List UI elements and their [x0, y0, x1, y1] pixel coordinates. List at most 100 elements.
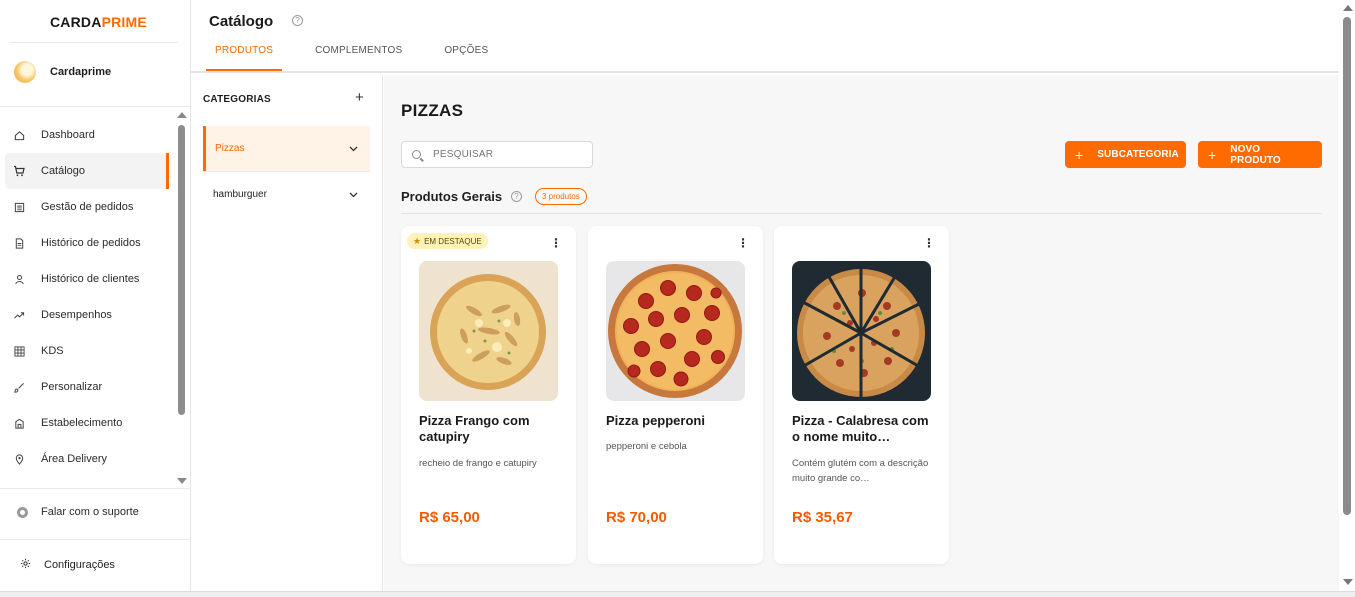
chevron-down-icon[interactable]: [349, 144, 358, 154]
divider: [401, 213, 1322, 214]
product-count-badge: 3 produtos: [535, 188, 587, 205]
sidebar-item-kds[interactable]: KDS: [5, 333, 169, 369]
sidebar-item-label: Desempenhos: [41, 309, 112, 321]
scroll-down-arrow-icon[interactable]: [177, 478, 187, 484]
building-icon: [13, 417, 25, 429]
product-name: Pizza - Calabresa com o nome muito…: [792, 413, 929, 444]
new-product-button[interactable]: + NOVO PRODUTO: [1198, 141, 1322, 168]
sidebar-item-label: Área Delivery: [41, 453, 108, 465]
tab-opcoes[interactable]: OPÇÕES: [444, 45, 488, 71]
category-label: hamburguer: [213, 189, 267, 200]
tab-produtos[interactable]: PRODUTOS: [205, 45, 283, 71]
account-name: Cardaprime: [50, 66, 112, 78]
product-image: [419, 261, 558, 401]
account-switcher[interactable]: Cardaprime: [14, 61, 111, 83]
button-label: SUBCATEGORIA: [1097, 149, 1179, 160]
products-main: PIZZAS + SUBCATEGORIA + NOVO PRODUTO Pro…: [384, 75, 1339, 591]
more-options-icon[interactable]: ⋮: [550, 237, 562, 249]
product-card[interactable]: ★ EM DESTAQUE ⋮ Pizza Frango com catupir…: [401, 226, 576, 564]
product-name: Pizza Frango com catupiry: [419, 413, 530, 444]
divider: [10, 42, 178, 43]
categories-heading: CATEGORIAS: [203, 94, 271, 105]
sidebar-item-estabelecimento[interactable]: Estabelecimento: [5, 405, 169, 441]
settings-label: Configurações: [44, 559, 115, 571]
settings-link[interactable]: Configurações: [20, 558, 115, 572]
search-icon: [412, 150, 421, 159]
more-options-icon[interactable]: ⋮: [737, 237, 749, 249]
gear-icon: [20, 558, 31, 572]
category-title: PIZZAS: [401, 101, 464, 120]
support-icon: [17, 506, 28, 518]
sidebar-item-label: Histórico de pedidos: [41, 237, 141, 249]
divider: [0, 488, 190, 489]
sidebar-nav: Dashboard Catálogo Gestão de pedidos His…: [5, 117, 169, 477]
scrollbar-thumb[interactable]: [1343, 17, 1351, 515]
star-icon: ★: [413, 235, 422, 246]
page-header: Catálogo ? PRODUTOS COMPLEMENTOS OPÇÕES: [191, 0, 1339, 73]
product-card[interactable]: ⋮ Pizza - Calabresa com o nome muito… Co…: [774, 226, 949, 564]
sidebar-item-dashboard[interactable]: Dashboard: [5, 117, 169, 153]
support-link[interactable]: Falar com o suporte: [17, 506, 139, 518]
sidebar-item-label: Gestão de pedidos: [41, 201, 134, 213]
sidebar-item-historico-de-clientes[interactable]: Histórico de clientes: [5, 261, 169, 297]
page-scrollbar[interactable]: [1340, 0, 1355, 591]
product-card[interactable]: ⋮ Pizza pepperoni pepperoni e cebola R$ …: [588, 226, 763, 564]
scroll-down-arrow-icon[interactable]: [1343, 579, 1353, 585]
product-price: R$ 70,00: [606, 509, 667, 526]
sidebar-item-label: Catálogo: [41, 165, 86, 177]
sidebar-item-personalizar[interactable]: Personalizar: [5, 369, 169, 405]
sidebar-item-area-delivery[interactable]: Área Delivery: [5, 441, 169, 477]
scroll-up-arrow-icon[interactable]: [1343, 5, 1353, 11]
search-input[interactable]: [433, 149, 583, 160]
divider: [0, 539, 190, 540]
chevron-down-icon[interactable]: [349, 190, 358, 200]
tab-complementos[interactable]: COMPLEMENTOS: [315, 45, 402, 71]
category-item-hamburguer[interactable]: hamburguer: [203, 172, 370, 217]
map-pin-icon: [13, 453, 25, 465]
add-category-button[interactable]: +: [355, 89, 364, 106]
scroll-up-arrow-icon[interactable]: [177, 112, 187, 118]
product-price: R$ 65,00: [419, 509, 480, 526]
avatar: [14, 61, 36, 83]
tab-bar: PRODUTOS COMPLEMENTOS OPÇÕES: [205, 45, 530, 71]
document-icon: [13, 237, 25, 249]
brand-logo-part1: CARDA: [50, 14, 102, 30]
sidebar-item-desempenhos[interactable]: Desempenhos: [5, 297, 169, 333]
plus-icon: +: [1075, 146, 1084, 163]
brand-logo[interactable]: CARDAPRIME: [50, 14, 147, 30]
sidebar-scrollbar[interactable]: [176, 110, 188, 488]
category-label: Pizzas: [215, 143, 245, 154]
sidebar-item-label: KDS: [41, 345, 64, 357]
sidebar-item-catalogo[interactable]: Catálogo: [5, 153, 169, 189]
sidebar-item-historico-de-pedidos[interactable]: Histórico de pedidos: [5, 225, 169, 261]
window-bottom-edge: [0, 591, 1355, 597]
brush-icon: [13, 381, 25, 393]
product-name: Pizza pepperoni: [606, 413, 705, 428]
more-options-icon[interactable]: ⋮: [923, 237, 935, 249]
support-label: Falar com o suporte: [41, 506, 139, 518]
cart-icon: [13, 165, 25, 177]
sidebar-item-gestao-de-pedidos[interactable]: Gestão de pedidos: [5, 189, 169, 225]
add-subcategory-button[interactable]: + SUBCATEGORIA: [1065, 141, 1186, 168]
product-image: [606, 261, 745, 401]
categories-panel: CATEGORIAS + Pizzas hamburguer: [191, 75, 383, 591]
search-box[interactable]: [401, 141, 593, 168]
help-icon[interactable]: ?: [292, 15, 303, 26]
sidebar-item-label: Dashboard: [41, 129, 95, 141]
trend-icon: [13, 309, 25, 321]
product-description: recheio de frango e catupiry: [419, 458, 537, 469]
product-description: Contém glutém com a descrição muito gran…: [792, 458, 929, 484]
help-icon[interactable]: ?: [511, 191, 522, 202]
featured-badge: ★ EM DESTAQUE: [407, 233, 488, 249]
divider: [0, 106, 190, 107]
page-title: Catálogo: [209, 13, 274, 30]
sidebar-item-label: Histórico de clientes: [41, 273, 140, 285]
button-label: NOVO PRODUTO: [1230, 143, 1281, 166]
product-price: R$ 35,67: [792, 509, 853, 526]
sidebar: CARDAPRIME Cardaprime Dashboard Catálogo…: [0, 0, 191, 591]
plus-icon: +: [1208, 146, 1217, 163]
category-item-pizzas[interactable]: Pizzas: [203, 126, 370, 171]
featured-label: EM DESTAQUE: [424, 236, 482, 246]
scrollbar-thumb[interactable]: [178, 125, 185, 415]
user-icon: [13, 273, 25, 285]
